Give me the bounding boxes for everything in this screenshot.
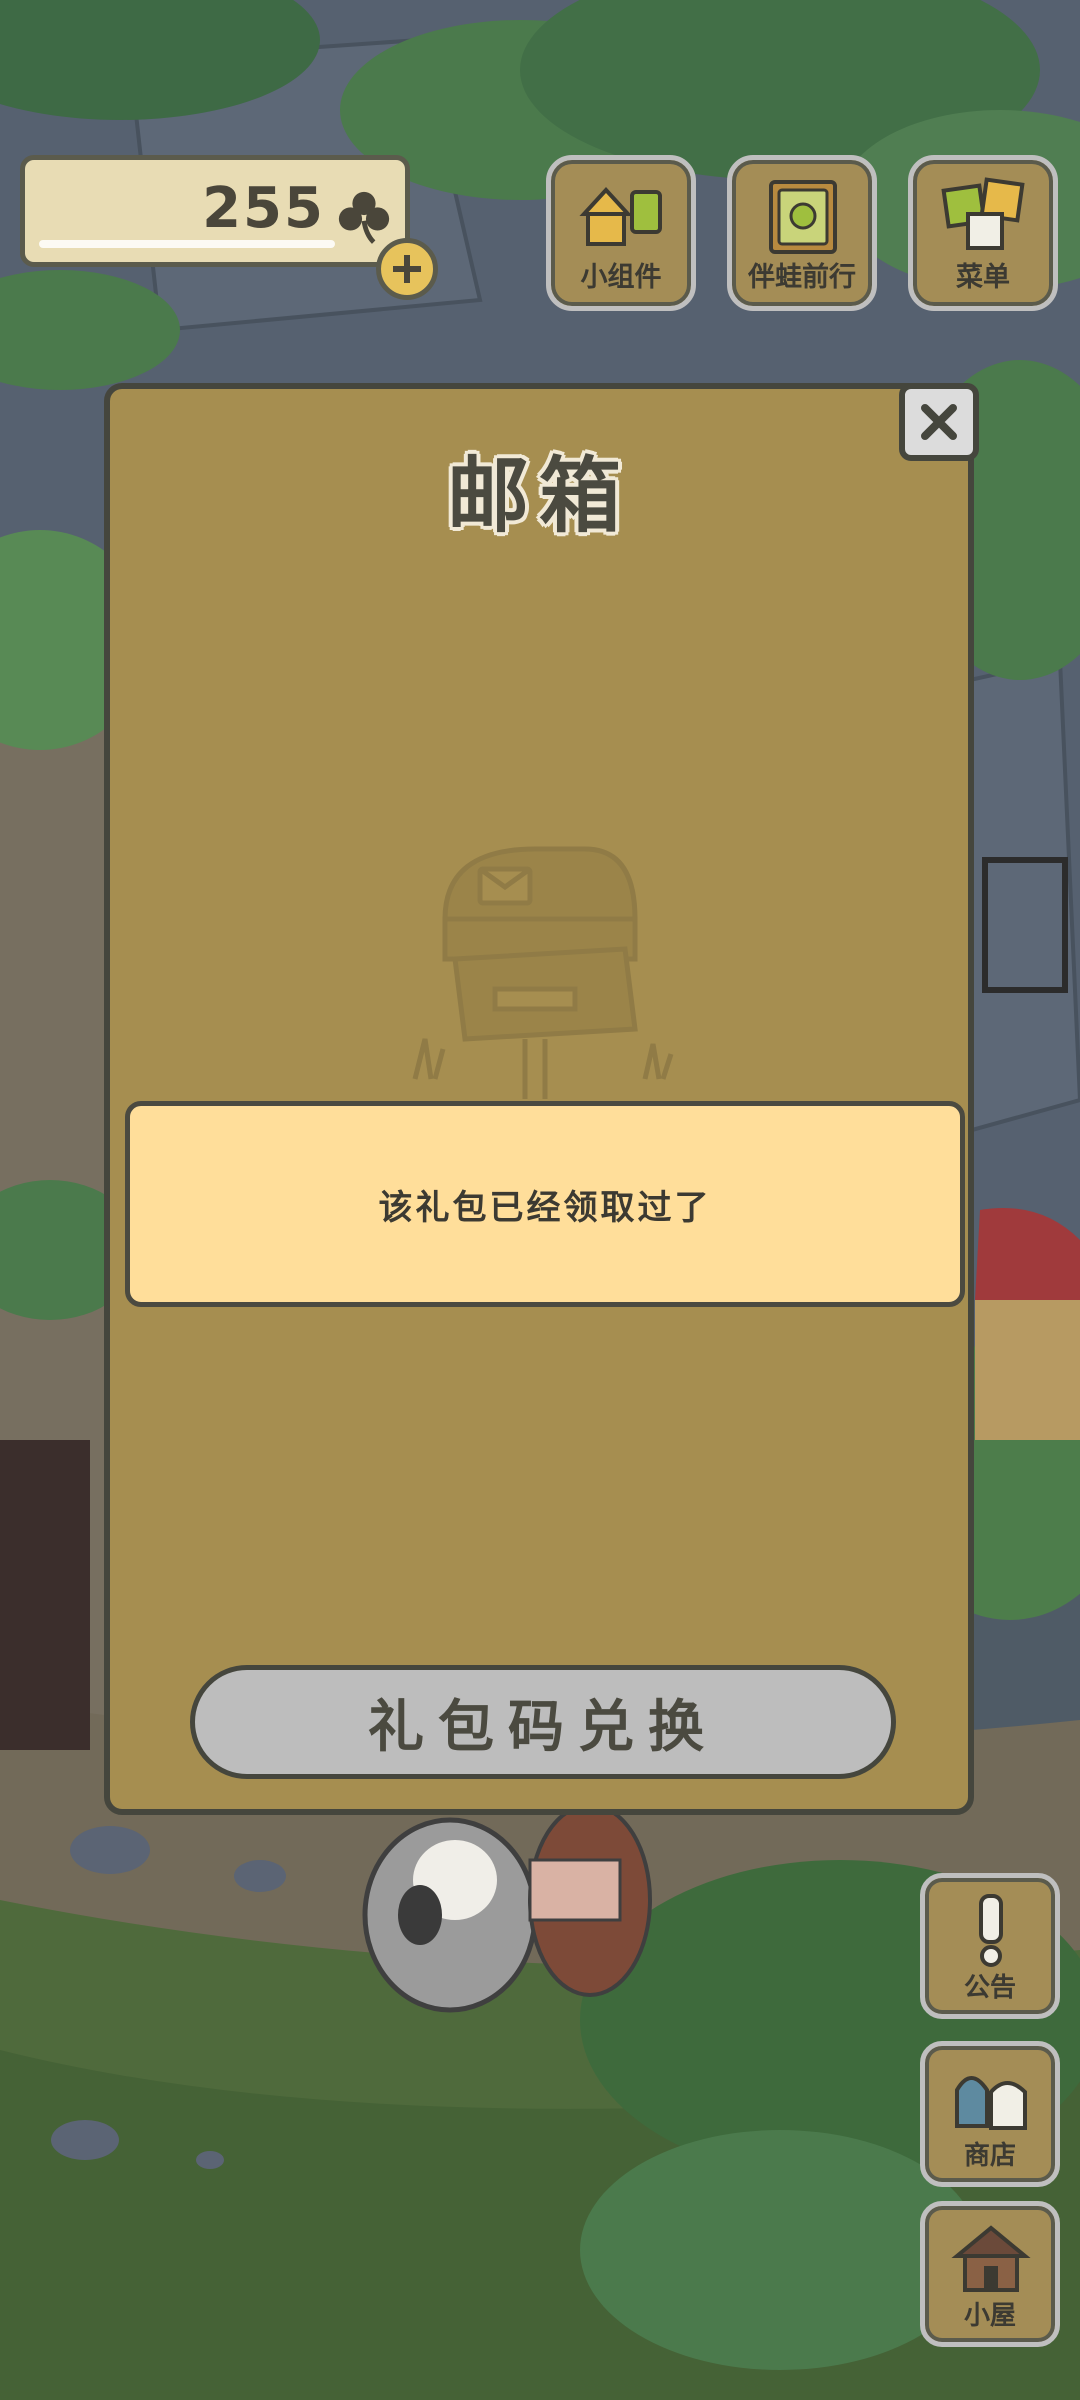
clover-count: 255: [202, 176, 325, 241]
notice-button[interactable]: 公告: [920, 1873, 1060, 2019]
journey-label: 伴蛙前行: [748, 262, 856, 293]
message-text: 该礼包已经领取过了: [378, 1187, 712, 1228]
widgets-icon: [579, 187, 662, 246]
cottage-label: 小屋: [963, 2301, 1016, 2331]
clover-icon: [338, 191, 390, 244]
cottage-button[interactable]: 小屋: [920, 2201, 1060, 2347]
clover-counter: 255: [20, 155, 410, 267]
close-button[interactable]: [899, 383, 979, 461]
redeem-code-button[interactable]: 礼包码兑换: [190, 1665, 896, 1779]
close-icon: [921, 404, 957, 440]
shop-bags-icon: [955, 2076, 1027, 2130]
exclamation-icon: [979, 1894, 1003, 1967]
menu-cards-icon: [941, 177, 1025, 250]
mailbox-dialog: 邮箱 该礼包已经领取过了 礼包码兑换: [104, 383, 979, 1815]
menu-label: 菜单: [956, 262, 1010, 293]
widgets-button[interactable]: 小组件: [546, 155, 696, 311]
house-icon: [951, 2225, 1031, 2292]
mailbox-icon: [412, 846, 674, 1099]
redeem-code-label: 礼包码兑换: [368, 1694, 718, 1760]
shop-label: 商店: [963, 2141, 1016, 2171]
journey-button[interactable]: 伴蛙前行: [727, 155, 877, 311]
dialog-title: 邮箱: [446, 449, 631, 544]
widgets-label: 小组件: [580, 262, 662, 293]
journey-book-icon: [769, 180, 837, 254]
plus-icon: [393, 255, 421, 283]
shop-button[interactable]: 商店: [920, 2041, 1060, 2187]
game-screen: 255 小组件 伴蛙前行 菜单 邮箱 该礼包已经领取过了 礼包码兑换 公告 商店…: [0, 0, 1080, 2400]
clover-counter-bar: [39, 240, 335, 248]
add-clover-button[interactable]: [376, 238, 438, 300]
notice-label: 公告: [963, 1973, 1016, 2003]
message-box: 该礼包已经领取过了: [125, 1101, 965, 1307]
menu-button[interactable]: 菜单: [908, 155, 1058, 311]
